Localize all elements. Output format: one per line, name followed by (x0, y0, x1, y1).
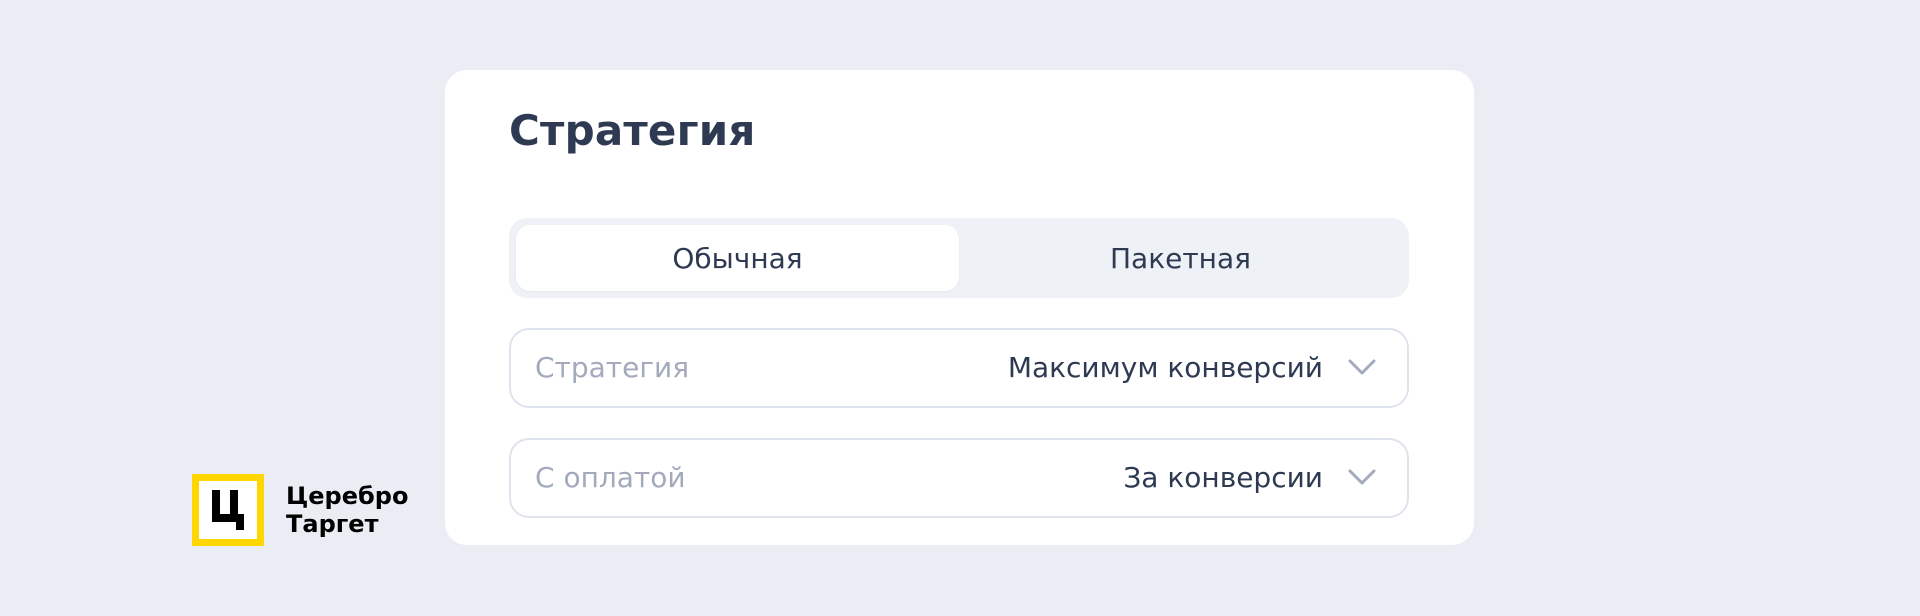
payment-select-label: С оплатой (535, 461, 686, 494)
logo-line-1: Церебро (286, 482, 409, 510)
strategy-select-label: Стратегия (535, 351, 690, 384)
tab-package[interactable]: Пакетная (959, 225, 1402, 291)
logo-mark-icon (192, 474, 264, 546)
tab-regular[interactable]: Обычная (516, 225, 959, 291)
payment-select-value: За конверсии (1123, 461, 1323, 494)
chevron-down-icon (1348, 469, 1376, 485)
logo-line-2: Таргет (286, 510, 379, 538)
card-title: Стратегия (509, 106, 756, 155)
strategy-card: Стратегия Обычная Пакетная Стратегия Мак… (445, 70, 1474, 545)
chevron-down-icon (1348, 359, 1376, 375)
cerebro-target-logo: Церебро Таргет (192, 474, 408, 546)
strategy-select[interactable]: Стратегия Максимум конверсий (509, 328, 1409, 408)
logo-wordmark: Церебро Таргет (286, 482, 408, 538)
strategy-select-value: Максимум конверсий (1007, 351, 1323, 384)
strategy-type-switch: Обычная Пакетная (509, 218, 1409, 298)
payment-select[interactable]: С оплатой За конверсии (509, 438, 1409, 518)
